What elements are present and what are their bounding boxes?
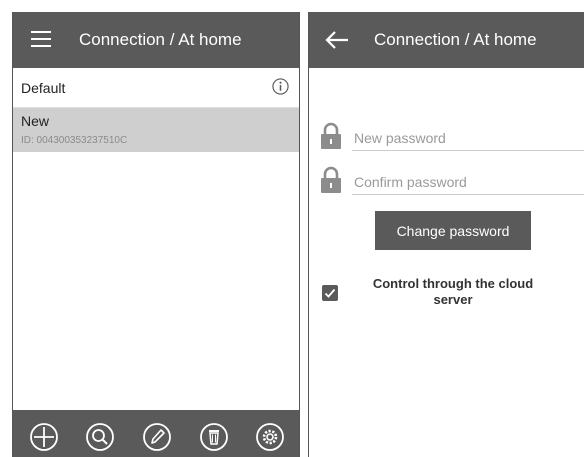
menu-icon[interactable] [31,31,51,47]
lock-icon [321,166,341,193]
app-root: Connection / At home Default New ID: 004… [0,0,584,457]
lock-icon [321,122,341,149]
right-title: Connection / At home [374,30,537,49]
checkmark-icon [324,288,336,298]
list-item-id: ID: 004300353237510C [21,135,128,146]
bottom-toolbar [13,410,299,457]
edit-icon[interactable] [142,422,172,452]
confirm-password-input[interactable] [352,170,584,195]
settings-icon[interactable] [255,422,285,452]
list-item-new[interactable]: New ID: 004300353237510C [13,108,299,152]
search-icon[interactable] [85,422,115,452]
list-item-default[interactable]: Default [13,68,299,108]
connection-list: Default New ID: 004300353237510C [13,68,299,152]
change-password-button[interactable]: Change password [375,211,531,250]
left-app-bar: Connection / At home [13,12,299,68]
password-screen: Connection / At home Change password Con… [308,12,584,457]
connection-list-screen: Connection / At home Default New ID: 004… [12,12,300,457]
cloud-label: Control through the cloud server [372,276,534,307]
new-password-row [309,120,584,154]
back-arrow-icon[interactable] [325,30,349,50]
cloud-checkbox[interactable] [322,285,338,301]
right-app-bar: Connection / At home [309,12,584,68]
add-icon[interactable] [29,422,59,452]
list-item-label: Default [21,80,66,96]
new-password-input[interactable] [352,126,584,151]
list-item-label: New [21,113,50,129]
confirm-password-row [309,164,584,198]
info-icon[interactable] [272,78,289,95]
delete-icon[interactable] [199,422,229,452]
left-title: Connection / At home [79,30,242,49]
